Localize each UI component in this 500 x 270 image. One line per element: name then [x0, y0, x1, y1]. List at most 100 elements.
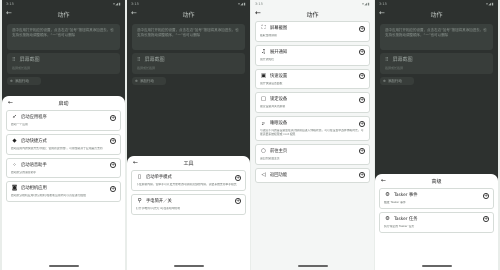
option-title: 前往主页 — [270, 148, 288, 154]
option-desc: 截取当前屏幕 — [260, 34, 277, 37]
app-bar: ← 动作 — [2, 7, 125, 21]
option-title: 启动单手模式 — [146, 175, 172, 180]
option-card[interactable]: ⚙ Tasker 任务 + 执行特定的 Tasker 任务 — [379, 211, 494, 233]
add-option-icon[interactable]: + — [235, 198, 241, 205]
back-arrow-icon[interactable]: ← — [131, 9, 137, 17]
status-time: 3:15 — [6, 1, 14, 6]
sheet-title: 高级 — [431, 178, 442, 185]
option-card[interactable]: ○ 前往主页 + 返回到桌面主页 — [255, 143, 370, 165]
option-card[interactable]: ⛶ 屏幕截图 + 截取当前屏幕 — [255, 21, 370, 42]
add-option-icon[interactable]: + — [359, 172, 365, 179]
option-card[interactable]: zᶻ 睡眠设备 + 与锁定不同的是设备会在关闭屏幕后进入休眠状态，可以在设置中选… — [255, 116, 370, 141]
info-banner: 选中应用打开相应的设置，点击右边“加号”按钮将其添加进去。也支持长按拖动调整顺序… — [380, 24, 493, 50]
add-option-icon[interactable]: + — [359, 25, 365, 32]
option-card[interactable]: ▯ 启动单手模式 + 下拉屏幕内容，使单手可以更方便地访问屏幕顶部的内容，需要系… — [131, 170, 246, 191]
action-card-sub: 截屏或长截屏 — [385, 66, 404, 70]
add-action-pill[interactable]: ⊕ 添加行动 — [7, 77, 41, 85]
gesture-handle — [48, 265, 79, 267]
option-desc: 展开快速设置面板 — [260, 81, 283, 85]
drag-handle-icon[interactable]: ⠿ — [385, 57, 389, 63]
add-option-icon[interactable]: + — [110, 114, 116, 121]
action-card[interactable]: ⠿ 屏幕截图 截屏或长截屏 — [7, 53, 120, 74]
info-banner: 选中应用打开相应的设置，点击右边“加号”按钮将其添加进去。也支持长按拖动调整顺序… — [7, 24, 120, 50]
option-title: 锁定设备 — [270, 97, 288, 103]
launch-sheet: ← 启动 ➶ 启动应用程序 + 启动一个应用 ◆ 启动快捷方式 + 启动应用内的… — [2, 96, 125, 270]
add-option-icon[interactable]: + — [235, 174, 241, 181]
phone-actions-list: 3:15 ▾◢▮ ← 动作 ⛶ 屏幕截图 + 截取当前屏幕 ♫ 展开通知 + 展… — [251, 0, 374, 270]
add-option-icon[interactable]: + — [110, 162, 116, 169]
option-card[interactable]: ◁ 返回功能 + — [255, 167, 370, 183]
app-bar: ← 动作 — [251, 7, 374, 21]
option-title: 睡眠设备 — [270, 121, 288, 127]
add-option-icon[interactable]: + — [483, 192, 489, 199]
status-time: 3:15 — [131, 1, 139, 6]
home-icon: ○ — [261, 147, 266, 154]
info-banner: 选中应用打开相应的设置，点击右边“加号”按钮将其添加进去。也支持长按拖动调整顺序… — [132, 24, 245, 50]
sheet-back-arrow-icon[interactable]: ← — [133, 159, 138, 166]
sleep-icon: zᶻ — [261, 121, 266, 127]
tools-sheet: ← 工具 ▯ 启动单手模式 + 下拉屏幕内容，使单手可以更方便地访问屏幕顶部的内… — [127, 156, 250, 270]
screenshot-collage: 3:15 ▾◢▮ ← 动作 选中应用打开相应的设置，点击右边“加号”按钮将其添加… — [0, 0, 500, 270]
option-desc: 展开通知栏 — [260, 57, 274, 61]
add-icon: ⊕ — [383, 79, 386, 83]
gesture-handle — [421, 265, 452, 267]
back-arrow-icon[interactable]: ← — [6, 9, 12, 17]
back-arrow-icon[interactable]: ← — [379, 9, 385, 17]
option-card[interactable]: ⚲ 手电筒开／关 + 打开手电筒(闪光灯)可在黑暗中照明 — [131, 193, 246, 215]
back-arrow-icon[interactable]: ← — [255, 9, 261, 17]
add-option-icon[interactable]: + — [359, 49, 365, 56]
quick-settings-icon: ▣ — [260, 72, 267, 79]
add-action-pill[interactable]: ⊕ 添加行动 — [132, 77, 166, 85]
add-icon: ⊕ — [10, 79, 13, 83]
option-card[interactable]: ➶ 启动应用程序 + 启动一个应用 — [6, 110, 121, 131]
option-desc: 返回到桌面主页 — [260, 156, 280, 160]
option-desc: 与锁定不同的是设备会在关闭屏幕后进入休眠状态，可以在设置中选择休眠时长。可能需要… — [260, 129, 364, 136]
one-hand-icon: ▯ — [137, 174, 142, 180]
sheet-back-arrow-icon[interactable]: ← — [8, 99, 13, 106]
option-card[interactable]: ⚙ Tasker 事件 + 触发 Tasker 事件 — [379, 188, 494, 209]
option-title: Tasker 事件 — [394, 193, 418, 198]
action-card-sub: 截屏或长截屏 — [137, 66, 156, 70]
option-title: 启动相机应用 — [21, 186, 47, 192]
add-option-icon[interactable]: + — [359, 73, 365, 80]
add-option-icon[interactable]: + — [359, 148, 365, 155]
option-card[interactable]: ▢ 锁定设备 + 锁定设备并关闭屏幕 — [255, 92, 370, 114]
option-title: 启动快捷方式 — [21, 138, 47, 144]
drag-handle-icon[interactable]: ⠿ — [12, 57, 16, 63]
action-card-label: 屏幕截图 — [144, 57, 165, 63]
add-action-pill[interactable]: ⊕ 添加行动 — [380, 77, 414, 85]
action-card[interactable]: ⠿ 屏幕截图 截屏或长截屏 — [132, 53, 245, 74]
tasker-event-icon: ⚙ — [385, 192, 390, 198]
action-card[interactable]: ⠿ 屏幕截图 截屏或长截屏 — [380, 53, 493, 74]
add-option-icon[interactable]: + — [359, 96, 365, 103]
sheet-back-arrow-icon[interactable]: ← — [381, 177, 386, 184]
option-card[interactable]: ⁘ 启动语音助手 + 启动默认的语音助手 — [6, 157, 121, 179]
option-card[interactable]: ◆ 启动快捷方式 + 启动应用内的快捷方式(例如：使用新建文档)，可用性取决于应… — [6, 133, 121, 155]
option-card[interactable]: ◙ 启动相机应用 + 启动默认相机应用(默认相机)在相机应用内可以直接进行拍摄 — [6, 181, 121, 203]
sheet-title: 工具 — [183, 160, 194, 167]
option-title: 快速设置 — [270, 73, 288, 79]
add-action-label: 添加行动 — [14, 78, 29, 83]
sheet-header: ← 启动 — [6, 96, 121, 110]
option-desc: 触发 Tasker 事件 — [384, 201, 406, 204]
drag-handle-icon[interactable]: ⠿ — [137, 57, 141, 63]
action-card-label: 屏幕截图 — [392, 57, 413, 63]
phone-advanced-sheet: 3:15 ▾◢▮ ← 动作 选中应用打开相应的设置，点击右边“加号”按钮将其添加… — [375, 0, 498, 270]
status-time: 3:15 — [379, 1, 387, 6]
tasker-task-icon: ⚙ — [385, 215, 390, 222]
status-time: 3:15 — [255, 1, 263, 6]
add-option-icon[interactable]: + — [483, 216, 489, 223]
option-card[interactable]: ♫ 展开通知 + 展开通知栏 — [255, 44, 370, 66]
option-desc: 启动一个应用 — [11, 123, 28, 126]
option-card[interactable]: ▣ 快速设置 + 展开快速设置面板 — [255, 68, 370, 90]
status-bar: 3:15 ▾◢▮ — [2, 0, 125, 7]
app-bar-title: 动作 — [430, 11, 443, 19]
add-action-label: 添加行动 — [139, 78, 154, 83]
gesture-handle — [297, 265, 328, 267]
add-option-icon[interactable]: + — [110, 138, 116, 145]
add-option-icon[interactable]: + — [110, 185, 116, 192]
add-option-icon[interactable]: + — [359, 120, 365, 127]
lock-screen-icon: ▢ — [260, 96, 267, 103]
option-desc: 启动应用内的快捷方式(例如：使用新建文档)，可用性取决于应用是否支持 — [11, 146, 103, 150]
flashlight-icon: ⚲ — [137, 197, 142, 204]
